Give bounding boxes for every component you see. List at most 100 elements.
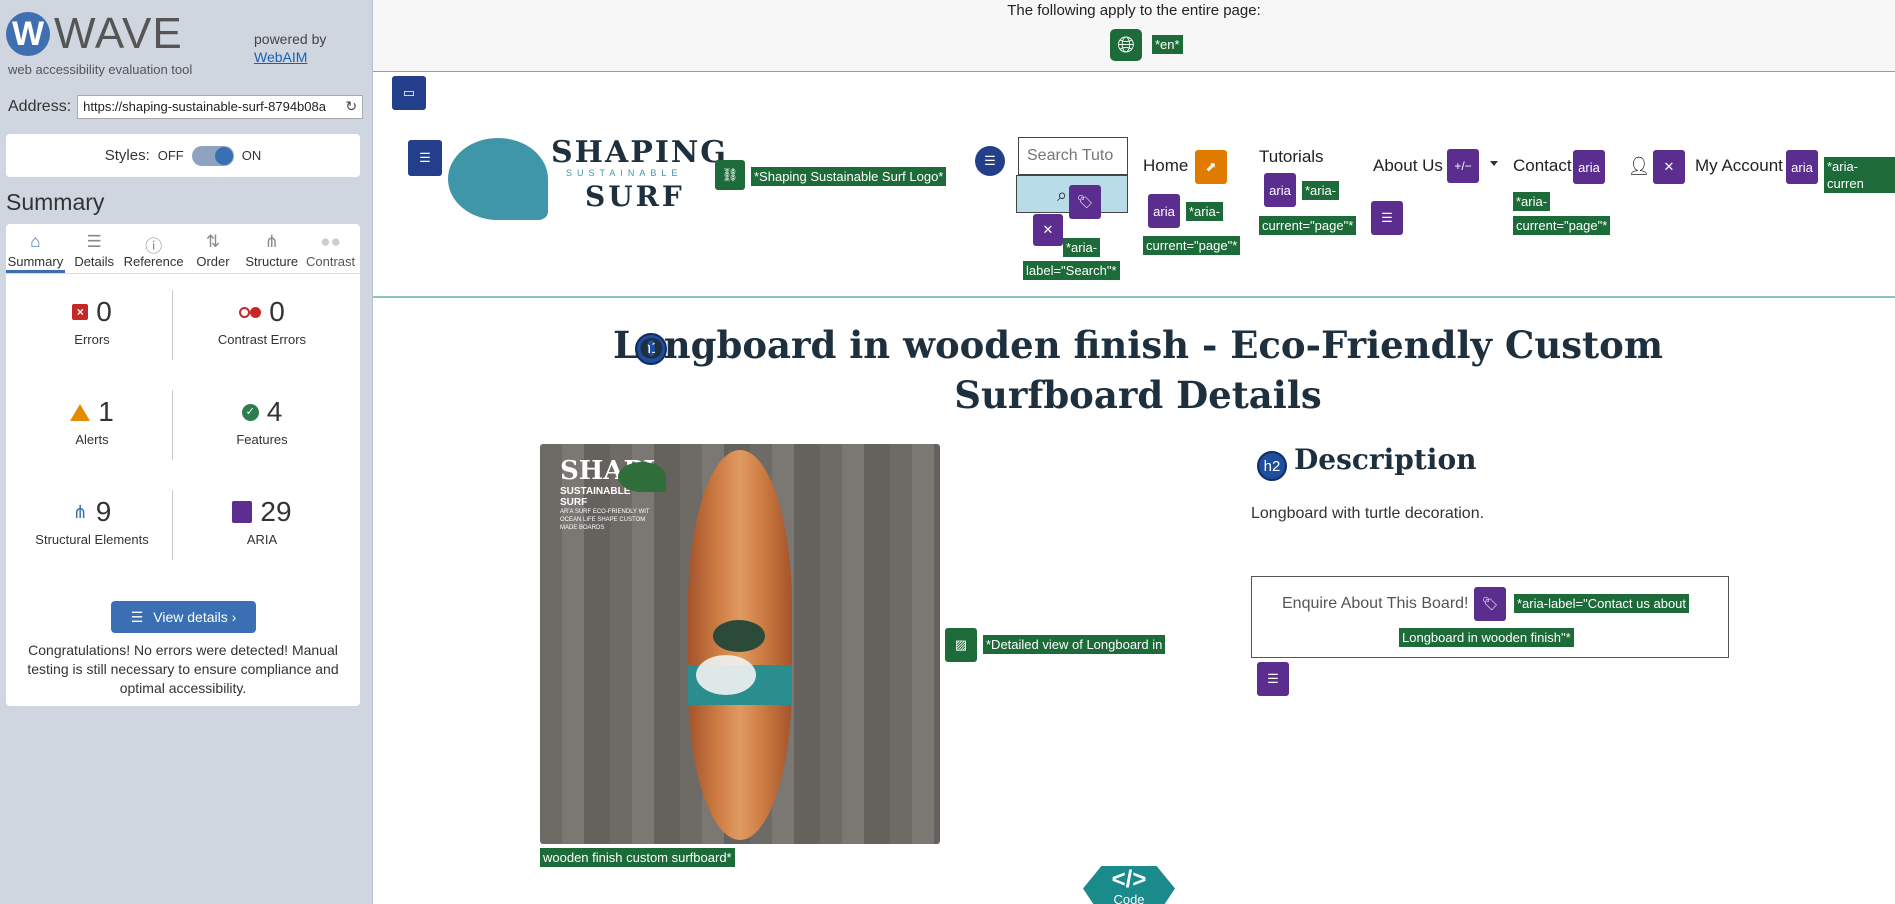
code-icon: </> [1111,866,1147,893]
aria-icon[interactable]: aria [1786,150,1818,184]
globe-icon[interactable]: 🌐︎ [1110,29,1142,61]
summary-title: Summary [6,189,105,215]
tab-label: Order [196,254,230,269]
logo-text-shaping: SHAPING [551,135,728,170]
address-value: https://shaping-sustainable-surf-8794b08… [83,99,326,114]
powered-by: powered by WebAIM [254,30,326,66]
image-alt-label-2: wooden finish custom surfboard* [540,848,735,867]
alerts-count: 1 [98,396,114,427]
contact-aria-current-1: *aria- [1513,192,1551,211]
user-icon[interactable]: 👤︎ [1628,155,1651,177]
view-details-button[interactable]: ☰ View details › [111,601,256,633]
nav-about-link[interactable]: About Us [1373,156,1443,176]
page-title: Longboard in wooden finish - Eco-Friendl… [613,323,1663,417]
address-input[interactable]: https://shaping-sustainable-surf-8794b08… [77,95,364,119]
enquire-button[interactable]: Enquire About This Board! 🏷︎ *aria-label… [1251,576,1729,658]
view-details-label: View details › [153,609,237,625]
tab-details[interactable]: ☰ Details [65,224,124,273]
aria-tag-icon[interactable]: 🏷︎ [1069,185,1101,219]
tab-label: Structure [245,254,299,269]
structural-count: 9 [95,496,112,527]
stat-errors: × 0 Errors [12,296,172,347]
aria-icon[interactable]: aria [1573,150,1605,184]
powered-by-text: powered by [254,31,327,47]
image-logo-tagline: AR'A SURF ECO-FRIENDLY WIT OCEAN LIFE SH… [560,509,650,531]
webaim-link[interactable]: WebAIM [254,48,326,66]
errors-label: Errors [74,332,110,347]
header-divider [373,296,1895,298]
aria-tag-icon[interactable]: 🏷︎ [1474,587,1506,621]
summary-panel: ⌂ Summary ☰ Details ⓘ Reference ⇅ Order ⋔ Str… [6,224,360,706]
tab-reference[interactable]: ⓘ Reference [124,224,184,273]
banner-text: The following apply to the entire page: [1007,2,1261,19]
tab-label: Summary [7,254,64,269]
list-icon: ☰ [130,608,144,625]
chevron-down-icon[interactable] [1490,161,1498,166]
search-input[interactable]: Search Tuto [1018,137,1128,175]
styles-toggle[interactable] [191,145,234,166]
logo-text-sustainable: SUSTAINABLE [566,168,683,178]
aria-label: ARIA [246,532,278,547]
wave-logo: W WAVE [6,12,183,56]
wave-tabs: ⌂ Summary ☰ Details ⓘ Reference ⇅ Order ⋔ Str… [6,224,360,274]
nav-tutorials-link[interactable]: Tutorials [1259,147,1324,167]
reload-icon[interactable]: ↻ [345,98,357,115]
enquire-aria-label-2: Longboard in wooden finish"* [1399,628,1574,647]
tab-structure[interactable]: ⋔ Structure [242,224,301,273]
wave-logo-text: WAVE [54,9,183,58]
image-alt-icon[interactable]: ▨ [945,628,977,662]
list-structure-icon[interactable]: ☰ [975,146,1005,176]
aria-popup-icon[interactable]: ☰ [1257,662,1289,696]
aria-icon[interactable]: aria [1148,194,1180,228]
tab-contrast[interactable]: ●● Contrast [301,224,360,273]
styles-off-label: OFF [157,148,184,163]
linked-image-icon[interactable]: ⛓ [715,160,745,190]
code-view-button[interactable]: </> Code [1083,866,1175,904]
aria-hidden-icon[interactable]: ✕ [1653,150,1685,184]
aria-expanded-icon[interactable]: +/− [1447,149,1479,183]
nav-contact-link[interactable]: Contact [1513,156,1572,176]
contrast-icon: ●● [320,232,341,251]
image-alt-label-1: *Detailed view of Longboard in [983,635,1166,654]
divider [172,490,173,560]
logo-wave-graphic[interactable] [448,138,548,220]
logo-alt-label: *Shaping Sustainable Surf Logo* [751,167,947,186]
tab-summary[interactable]: ⌂ Summary [6,224,65,273]
stat-structural: ⋔ 9 Structural Elements [12,496,172,547]
wave-logo-icon: W [6,12,50,56]
redundant-link-alert-icon[interactable]: ⬈ [1195,150,1227,184]
description-text: Longboard with turtle decoration. [1251,505,1485,522]
aria-hidden-icon[interactable]: ✕ [1033,214,1063,246]
feature-check-icon: ✓ [241,403,259,421]
aria-icon[interactable]: aria [1264,173,1296,207]
image-logo-leaf [618,462,666,492]
errors-count: 0 [96,296,112,327]
contrast-errors-count: 0 [269,296,285,327]
aria-icon [232,501,253,523]
aria-popup-icon[interactable]: ☰ [1371,201,1403,235]
search-icon: ⌕ [1057,185,1068,205]
contact-aria-current-2: current="page"* [1513,216,1611,235]
home-icon: ⌂ [30,232,41,251]
logo-text-surf: SURF [585,180,685,213]
divider [172,290,173,360]
stat-aria: 29 ARIA [182,496,342,547]
styles-label: Styles: [104,147,150,164]
wave-graphic [696,655,756,695]
nav-home-link[interactable]: Home [1143,156,1188,176]
lang-label: *en* [1152,35,1183,54]
surfboard-graphic [688,450,792,840]
stat-alerts: 1 Alerts [12,396,172,447]
info-icon: ⓘ [145,237,163,256]
stat-features: ✓ 4 Features [182,396,342,447]
header-region-icon[interactable]: ▭ [392,76,426,110]
h2-badge-icon[interactable]: h2 [1257,451,1287,481]
turtle-graphic [713,620,765,652]
structural-label: Structural Elements [35,532,149,547]
tab-order[interactable]: ⇅ Order [184,224,243,273]
navigation-region-icon[interactable]: ☰ [408,140,442,176]
nav-account-link[interactable]: My Account [1695,156,1783,176]
alert-icon [70,403,91,421]
contrast-error-icon [239,306,262,318]
home-aria-current-1: *aria- [1186,202,1224,221]
